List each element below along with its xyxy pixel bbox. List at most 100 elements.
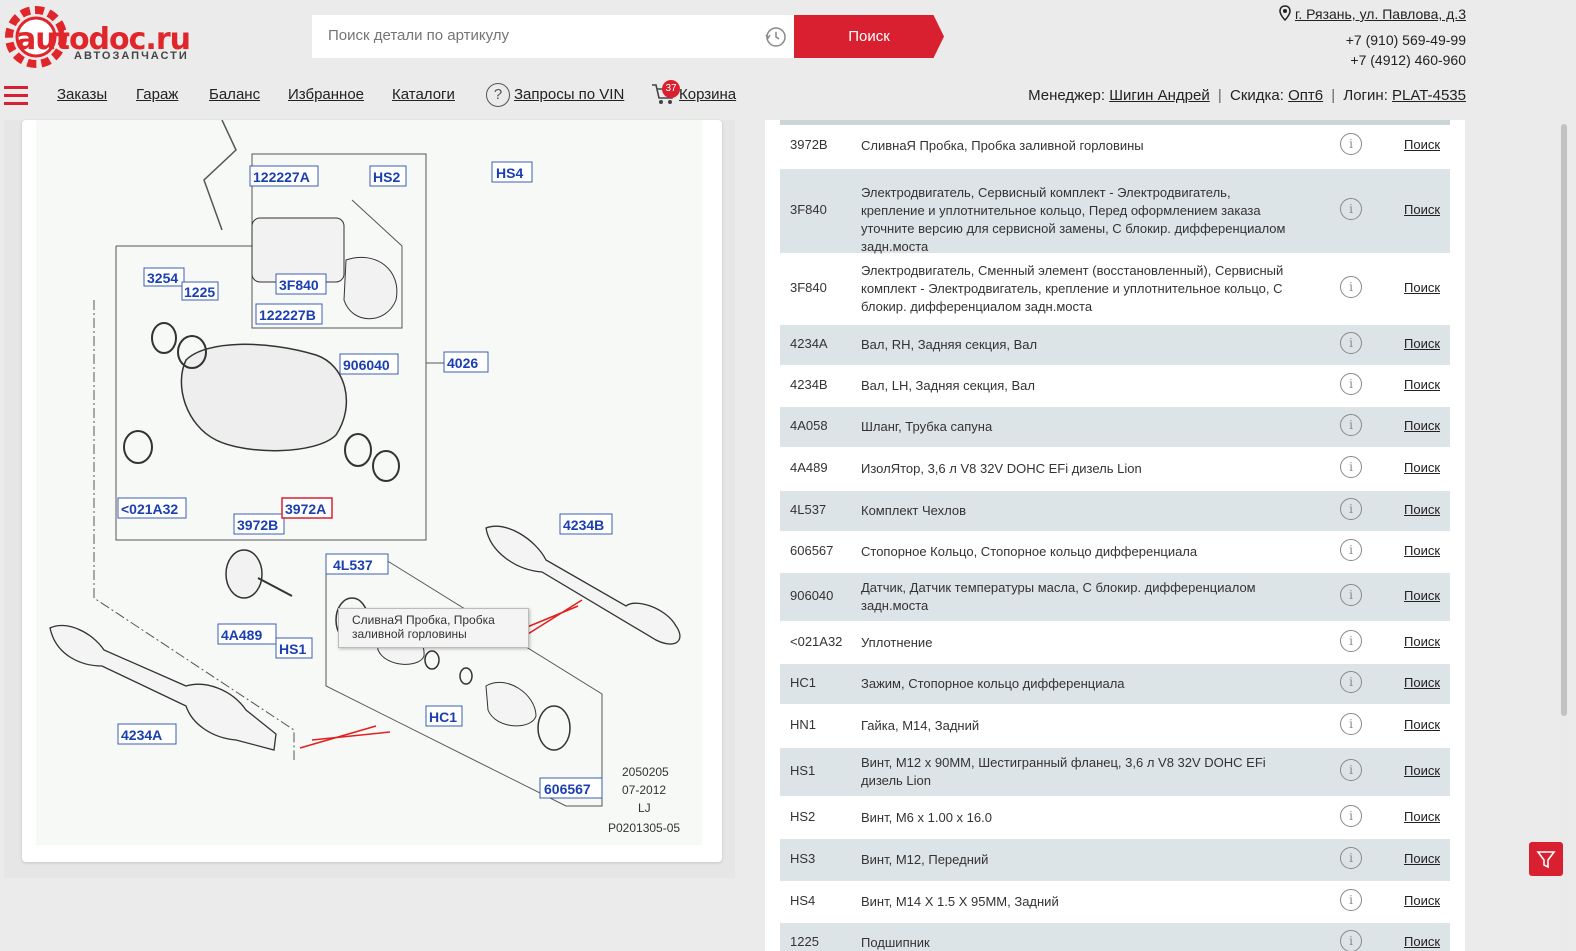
nav-cart[interactable]: Корзина	[679, 86, 736, 103]
part-code: <021A32	[790, 634, 843, 649]
info-icon[interactable]: i	[1340, 414, 1362, 436]
search-part-link[interactable]: Поиск	[1404, 588, 1440, 603]
part-description: Уплотнение	[861, 635, 933, 650]
label-4026[interactable]: 4026	[443, 351, 489, 373]
part-description: ИзолЯтор, 3,6 л V8 32V DOHC EFi дизель L…	[861, 461, 1142, 476]
search-part-link[interactable]: Поиск	[1404, 543, 1440, 558]
table-row: 3F840 Электродвигатель, Сервисный комплек…	[780, 169, 1450, 254]
label-4L537[interactable]: 4L537	[325, 553, 389, 575]
search-part-link[interactable]: Поиск	[1404, 137, 1440, 152]
info-icon[interactable]: i	[1340, 584, 1362, 606]
search-part-link[interactable]: Поиск	[1404, 418, 1440, 433]
drawing-code-3: P0201305-05	[608, 821, 680, 835]
phone-1[interactable]: +7 (910) 569-49-99	[1279, 30, 1466, 50]
table-row: 4234A Вал, RH, Задняя секция, Вал i Поиск	[780, 325, 1450, 365]
label-HS2[interactable]: HS2	[369, 165, 407, 187]
info-icon[interactable]: i	[1340, 539, 1362, 561]
logo[interactable]: autodoc.ru АВТОЗАПЧАСТИ	[4, 4, 214, 70]
label-906040[interactable]: 906040	[339, 353, 399, 375]
nav-orders[interactable]: Заказы	[57, 86, 107, 103]
part-description: Комплект Чехлов	[861, 503, 966, 518]
info-icon[interactable]: i	[1340, 133, 1362, 155]
search-part-link[interactable]: Поиск	[1404, 934, 1440, 949]
manager-name[interactable]: Шигин Андрей	[1109, 87, 1210, 104]
info-icon[interactable]: i	[1340, 630, 1362, 652]
part-code: HS3	[790, 851, 816, 866]
svg-text:606567: 606567	[544, 781, 591, 797]
address-link[interactable]: г. Рязань, ул. Павлова, д.3	[1295, 6, 1466, 22]
question-icon: ?	[486, 83, 510, 107]
svg-text:HC1: HC1	[429, 709, 457, 725]
table-row: 3F840 Электродвигатель, Сменный элемент (…	[780, 255, 1450, 323]
part-description: Стопорное Кольцо, Стопорное кольцо диффе…	[861, 544, 1198, 559]
info-icon[interactable]: i	[1340, 671, 1362, 693]
info-icon[interactable]: i	[1340, 498, 1362, 520]
info-icon[interactable]: i	[1340, 456, 1362, 478]
table-row: 3972B СливнаЯ Пробка, Пробка заливной гор…	[780, 125, 1450, 167]
part-code: 4A058	[790, 418, 828, 433]
label-4234B[interactable]: 4234B	[559, 513, 613, 535]
history-icon[interactable]	[764, 25, 788, 49]
discount-value[interactable]: Опт6	[1288, 87, 1323, 104]
search-part-link[interactable]: Поиск	[1404, 377, 1440, 392]
label-3F840[interactable]: 3F840	[275, 273, 327, 295]
scrollbar-thumb[interactable]	[1561, 124, 1567, 716]
search-part-link[interactable]: Поиск	[1404, 634, 1440, 649]
phone-2[interactable]: +7 (4912) 460-960	[1279, 50, 1466, 70]
search-part-link[interactable]: Поиск	[1404, 851, 1440, 866]
part-code: 606567	[790, 543, 834, 558]
login-value[interactable]: PLAT-4535	[1392, 87, 1466, 104]
info-icon[interactable]: i	[1340, 847, 1362, 869]
label-HC1[interactable]: HC1	[425, 705, 463, 727]
label-HS1[interactable]: HS1	[275, 637, 313, 659]
info-icon[interactable]: i	[1340, 713, 1362, 735]
filter-button[interactable]	[1529, 842, 1563, 876]
search-part-link[interactable]: Поиск	[1404, 202, 1440, 217]
label-HS4[interactable]: HS4	[491, 161, 533, 183]
info-icon[interactable]: i	[1340, 276, 1362, 298]
exploded-view-drawing[interactable]: 122227A HS2 HS4 3254 1225 3F840 122227B …	[36, 119, 702, 845]
info-icon[interactable]: i	[1340, 930, 1362, 951]
search-part-link[interactable]: Поиск	[1404, 809, 1440, 824]
nav-vin-requests[interactable]: Запросы по VIN	[514, 86, 624, 103]
svg-text:3972A: 3972A	[285, 501, 326, 517]
search-button[interactable]: Поиск	[794, 15, 944, 58]
nav-garage[interactable]: Гараж	[136, 86, 178, 103]
nav-favorites[interactable]: Избранное	[288, 86, 364, 103]
hamburger-menu-icon[interactable]	[4, 86, 28, 108]
info-icon[interactable]: i	[1340, 889, 1362, 911]
svg-text:4026: 4026	[447, 355, 478, 371]
search-part-link[interactable]: Поиск	[1404, 280, 1440, 295]
label-1225[interactable]: 1225	[181, 281, 219, 301]
label-606567[interactable]: 606567	[539, 777, 603, 799]
info-icon[interactable]: i	[1340, 198, 1362, 220]
search-part-link[interactable]: Поиск	[1404, 763, 1440, 778]
info-icon[interactable]: i	[1340, 332, 1362, 354]
search-part-link[interactable]: Поиск	[1404, 675, 1440, 690]
info-icon[interactable]: i	[1340, 805, 1362, 827]
info-icon[interactable]: i	[1340, 759, 1362, 781]
part-code: 4234B	[790, 377, 828, 392]
label-021A32[interactable]: <021A32	[117, 497, 187, 519]
search-part-link[interactable]: Поиск	[1404, 893, 1440, 908]
search-part-link[interactable]: Поиск	[1404, 336, 1440, 351]
label-4A489[interactable]: 4A489	[217, 623, 277, 645]
part-code: 3F840	[790, 280, 827, 295]
label-3254[interactable]: 3254	[143, 267, 185, 287]
nav-balance[interactable]: Баланс	[209, 86, 260, 103]
search-part-link[interactable]: Поиск	[1404, 460, 1440, 475]
search-part-link[interactable]: Поиск	[1404, 717, 1440, 732]
info-icon[interactable]: i	[1340, 373, 1362, 395]
part-description: Винт, M14 X 1.5 X 95MM, Задний	[861, 894, 1059, 909]
part-code: HS4	[790, 893, 816, 908]
label-3972A[interactable]: 3972A	[281, 497, 333, 519]
label-122227A[interactable]: 122227A	[249, 165, 319, 187]
search-part-link[interactable]: Поиск	[1404, 502, 1440, 517]
label-122227B[interactable]: 122227B	[255, 303, 323, 325]
label-3972B[interactable]: 3972B	[233, 513, 285, 535]
search-input[interactable]	[328, 27, 748, 44]
nav-catalogs[interactable]: Каталоги	[392, 86, 455, 103]
part-code: HN1	[790, 717, 817, 732]
label-4234A[interactable]: 4234A	[117, 723, 177, 745]
svg-text:HS4: HS4	[496, 165, 523, 181]
